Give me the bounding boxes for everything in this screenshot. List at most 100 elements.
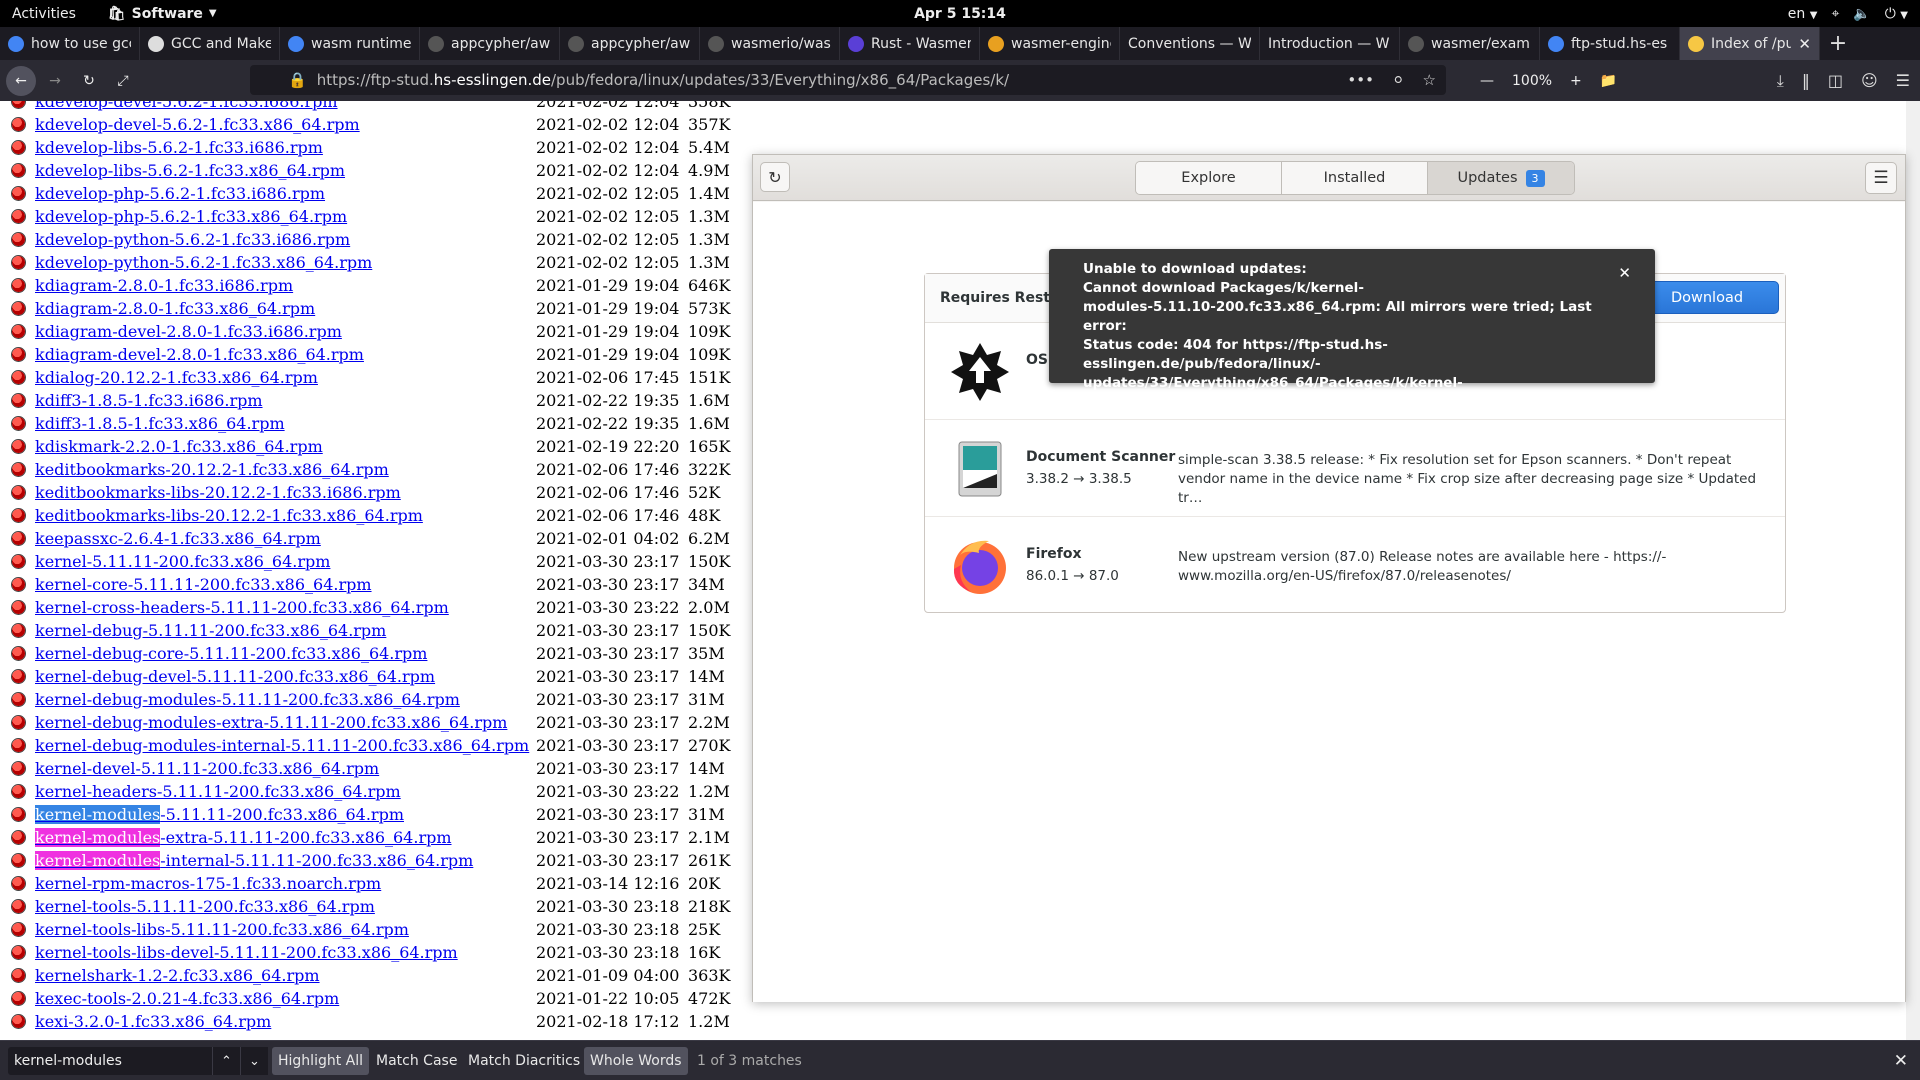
file-link[interactable]: kdiagram-devel-2.8.0-1.fc33.x86_64.rpm	[35, 345, 364, 364]
file-link[interactable]: kdevelop-devel-5.6.2-1.fc33.x86_64.rpm	[35, 115, 360, 134]
page-scrollbar[interactable]	[1906, 101, 1920, 1040]
zoom-in-button[interactable]: +	[1570, 73, 1582, 89]
clock[interactable]: Apr 5 15:14	[0, 6, 1920, 22]
close-icon[interactable]: ✕	[1618, 264, 1631, 282]
file-link[interactable]: kernel-modules-extra-5.11.11-200.fc33.x8…	[35, 828, 452, 847]
file-link[interactable]: kdevelop-python-5.6.2-1.fc33.i686.rpm	[35, 230, 350, 249]
file-link[interactable]: kernel-cross-headers-5.11.11-200.fc33.x8…	[35, 598, 449, 617]
whole-words-toggle[interactable]: Whole Words	[584, 1047, 688, 1075]
software-menu-button[interactable]: ☰	[1865, 162, 1897, 194]
file-link[interactable]: kernel-5.11.11-200.fc33.x86_64.rpm	[35, 552, 330, 571]
file-link[interactable]: kernel-tools-libs-devel-5.11.11-200.fc33…	[35, 943, 458, 962]
match-diacritics-toggle[interactable]: Match Diacritics	[462, 1047, 586, 1075]
file-link[interactable]: kernel-core-5.11.11-200.fc33.x86_64.rpm	[35, 575, 372, 594]
file-link[interactable]: kexec-tools-2.0.21-4.fc33.x86_64.rpm	[35, 989, 339, 1008]
browser-tab[interactable]: wasmer/examp	[1400, 27, 1540, 60]
refresh-button[interactable]: ↻	[760, 162, 790, 192]
file-link[interactable]: kdevelop-python-5.6.2-1.fc33.x86_64.rpm	[35, 253, 372, 272]
tab-updates[interactable]: Updates 3	[1428, 162, 1574, 194]
hamburger-menu-icon[interactable]: ☰	[1896, 71, 1910, 91]
update-item-document-scanner[interactable]: Document Scanner 3.38.2 → 3.38.5 simple-…	[925, 420, 1785, 517]
lock-icon[interactable]: 🔒	[288, 71, 307, 89]
browser-tab[interactable]: Conventions — W	[1120, 27, 1260, 60]
file-link[interactable]: kdevelop-libs-5.6.2-1.fc33.i686.rpm	[35, 138, 323, 157]
app-menu[interactable]: 🛍 Software ▼	[108, 6, 217, 22]
reload-button[interactable]: ↻	[74, 66, 104, 96]
file-link[interactable]: kernel-tools-libs-5.11.11-200.fc33.x86_6…	[35, 920, 409, 939]
browser-tab[interactable]: appcypher/awe	[560, 27, 700, 60]
file-link[interactable]: kernel-tools-5.11.11-200.fc33.x86_64.rpm	[35, 897, 375, 916]
file-link[interactable]: kernel-debug-devel-5.11.11-200.fc33.x86_…	[35, 667, 435, 686]
forward-button[interactable]: →	[40, 66, 70, 96]
find-previous-button[interactable]: ⌃	[212, 1047, 240, 1075]
find-close-button[interactable]: ✕	[1894, 1047, 1908, 1075]
file-link[interactable]: keditbookmarks-libs-20.12.2-1.fc33.i686.…	[35, 483, 401, 502]
new-tab-button[interactable]: +	[1820, 27, 1856, 60]
file-link[interactable]: kernel-debug-modules-extra-5.11.11-200.f…	[35, 713, 507, 732]
file-link[interactable]: kdevelop-devel-5.6.2-1.fc33.i686.rpm	[35, 101, 338, 111]
file-link[interactable]: kernel-debug-modules-5.11.11-200.fc33.x8…	[35, 690, 460, 709]
zoom-level[interactable]: 100%	[1512, 73, 1552, 89]
file-link[interactable]: kdialog-20.12.2-1.fc33.x86_64.rpm	[35, 368, 318, 387]
highlight-all-toggle[interactable]: Highlight All	[272, 1047, 370, 1075]
language-indicator[interactable]: en ▼	[1788, 6, 1818, 22]
file-link[interactable]: kexi-3.2.0-1.fc33.x86_64.rpm	[35, 1012, 271, 1031]
browser-tab[interactable]: appcypher/awe	[420, 27, 560, 60]
find-input[interactable]	[8, 1047, 212, 1075]
file-link[interactable]: kernel-debug-core-5.11.11-200.fc33.x86_6…	[35, 644, 427, 663]
file-link[interactable]: kernel-debug-5.11.11-200.fc33.x86_64.rpm	[35, 621, 386, 640]
match-case-toggle[interactable]: Match Case	[370, 1047, 463, 1075]
file-link[interactable]: kdiagram-2.8.0-1.fc33.x86_64.rpm	[35, 299, 315, 318]
zoom-out-button[interactable]: —	[1480, 73, 1494, 89]
file-link[interactable]: kernel-rpm-macros-175-1.fc33.noarch.rpm	[35, 874, 381, 893]
file-link[interactable]: kernel-headers-5.11.11-200.fc33.x86_64.r…	[35, 782, 401, 801]
tab-installed[interactable]: Installed	[1282, 162, 1428, 194]
find-next-button[interactable]: ⌄	[240, 1047, 268, 1075]
file-link[interactable]: kdiff3-1.8.5-1.fc33.i686.rpm	[35, 391, 263, 410]
update-item-firefox[interactable]: Firefox 86.0.1 → 87.0 New upstream versi…	[925, 517, 1785, 614]
library-icon[interactable]: ‖	[1802, 71, 1810, 91]
more-actions-icon[interactable]: •••	[1347, 71, 1374, 89]
file-link[interactable]: keditbookmarks-20.12.2-1.fc33.x86_64.rpm	[35, 460, 389, 479]
file-link[interactable]: kernel-devel-5.11.11-200.fc33.x86_64.rpm	[35, 759, 379, 778]
browser-tab[interactable]: wasmer-engine	[980, 27, 1120, 60]
file-link[interactable]: kernel-modules-5.11.11-200.fc33.x86_64.r…	[35, 805, 404, 824]
screenshot-icon[interactable]: 📁	[1600, 73, 1617, 89]
file-link[interactable]: kdiskmark-2.2.0-1.fc33.x86_64.rpm	[35, 437, 323, 456]
back-button[interactable]: ←	[6, 65, 36, 96]
file-link[interactable]: kdevelop-php-5.6.2-1.fc33.x86_64.rpm	[35, 207, 347, 226]
url-text[interactable]: https://ftp-stud.hs-esslingen.de/pub/fed…	[317, 71, 1009, 89]
file-link[interactable]: kernelshark-1.2-2.fc33.x86_64.rpm	[35, 966, 320, 985]
file-link[interactable]: kdevelop-php-5.6.2-1.fc33.i686.rpm	[35, 184, 325, 203]
power-icon[interactable]: ⏻ ▼	[1885, 6, 1908, 22]
browser-tab[interactable]: GCC and Make	[140, 27, 280, 60]
file-link[interactable]: kernel-debug-modules-internal-5.11.11-20…	[35, 736, 529, 755]
file-link[interactable]: kdevelop-libs-5.6.2-1.fc33.x86_64.rpm	[35, 161, 345, 180]
file-link[interactable]: kdiff3-1.8.5-1.fc33.x86_64.rpm	[35, 414, 285, 433]
fullscreen-button[interactable]: ⤢	[108, 66, 138, 96]
url-bar[interactable]: 🔒 https://ftp-stud.hs-esslingen.de/pub/f…	[250, 65, 1446, 95]
activities-button[interactable]: Activities	[12, 6, 76, 22]
file-link[interactable]: kernel-modules-internal-5.11.11-200.fc33…	[35, 851, 473, 870]
bookmark-star-icon[interactable]: ☆	[1423, 71, 1436, 89]
browser-tab[interactable]: Rust - Wasmer	[840, 27, 980, 60]
volume-icon[interactable]: 🔈	[1853, 6, 1870, 22]
tab-explore[interactable]: Explore	[1136, 162, 1282, 194]
browser-tab[interactable]: Index of /pu ✕	[1680, 27, 1820, 60]
browser-tab[interactable]: Introduction — W	[1260, 27, 1400, 60]
browser-tab[interactable]: wasmerio/wasm	[700, 27, 840, 60]
downloads-icon[interactable]: ⤓	[1777, 71, 1784, 91]
account-icon[interactable]: ☺	[1861, 71, 1878, 91]
file-link[interactable]: kdiagram-devel-2.8.0-1.fc33.i686.rpm	[35, 322, 342, 341]
network-icon[interactable]: ⌖	[1831, 6, 1839, 22]
file-link[interactable]: keepassxc-2.6.4-1.fc33.x86_64.rpm	[35, 529, 321, 548]
download-button[interactable]: Download	[1635, 281, 1779, 314]
file-link[interactable]: kdiagram-2.8.0-1.fc33.i686.rpm	[35, 276, 293, 295]
sidebar-icon[interactable]: ◫	[1828, 71, 1843, 91]
browser-tab[interactable]: wasm runtime	[280, 27, 420, 60]
pocket-icon[interactable]: ⚪	[1392, 71, 1405, 89]
browser-tab[interactable]: how to use gcc	[0, 27, 140, 60]
browser-tab[interactable]: ftp-stud.hs-es	[1540, 27, 1680, 60]
close-tab-icon[interactable]: ✕	[1798, 35, 1811, 53]
file-link[interactable]: keditbookmarks-libs-20.12.2-1.fc33.x86_6…	[35, 506, 423, 525]
